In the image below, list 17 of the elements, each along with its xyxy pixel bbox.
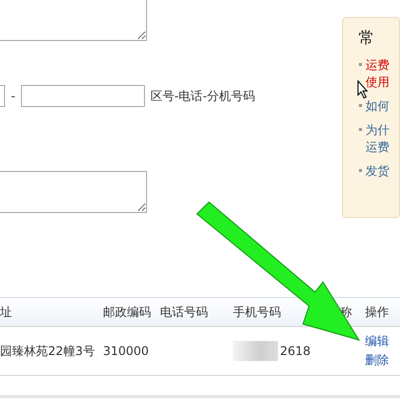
- action-link[interactable]: 删除: [365, 352, 400, 369]
- help-link[interactable]: 运费使用: [366, 57, 392, 91]
- separator-text: -: [11, 89, 16, 103]
- help-link[interactable]: 发货: [366, 163, 392, 180]
- help-link[interactable]: 如何: [366, 98, 392, 115]
- help-link[interactable]: 为什运费: [366, 122, 392, 156]
- column-header: 邮政编码: [103, 304, 152, 320]
- column-header: 址: [0, 304, 13, 320]
- table-cell-text: 310000: [103, 344, 150, 358]
- column-header: 手机号码: [233, 304, 282, 320]
- table-cell-text: 园臻林苑22幢3号: [0, 342, 96, 360]
- phone-hint: 区号-电话-分机号码: [150, 88, 256, 104]
- table-cell: 2618: [280, 344, 311, 358]
- column-header: 操作: [365, 304, 390, 320]
- panel-title: 常: [358, 28, 376, 49]
- action-link[interactable]: 编辑: [365, 333, 400, 350]
- column-header: 电话号码: [160, 304, 209, 320]
